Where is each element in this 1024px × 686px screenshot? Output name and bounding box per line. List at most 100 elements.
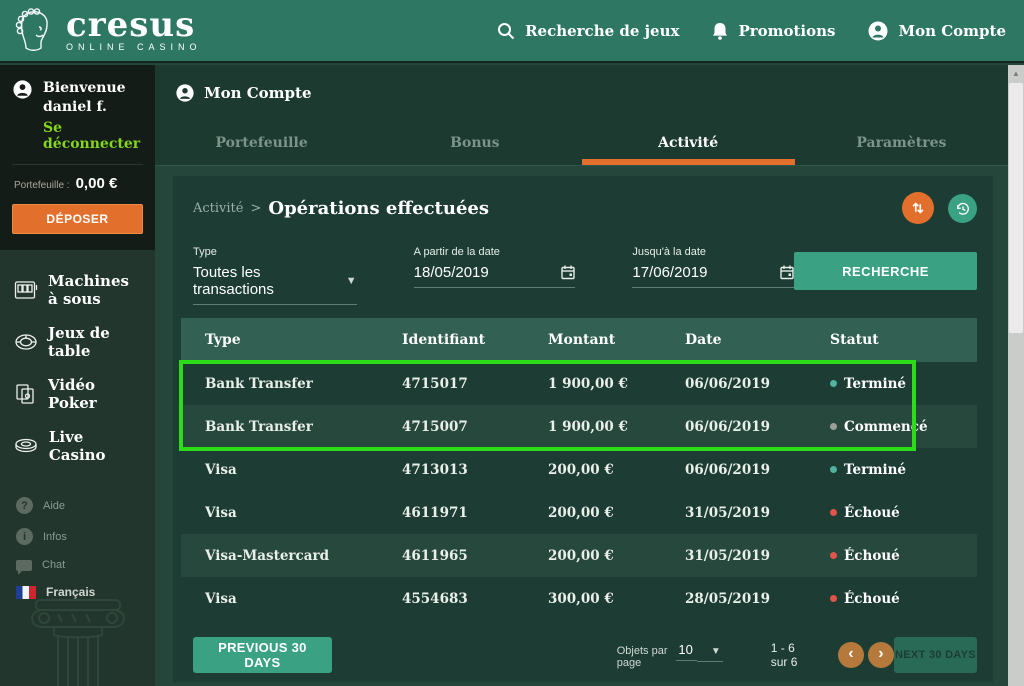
sidebar-item-help[interactable]: ? Aide bbox=[0, 490, 155, 521]
welcome-text: Bienvenue bbox=[43, 79, 143, 98]
status-dot bbox=[830, 423, 837, 430]
scroll-up-arrow[interactable]: ▲ bbox=[1008, 65, 1024, 82]
info-icon: i bbox=[16, 528, 33, 545]
tab-parametres[interactable]: Paramètres bbox=[795, 121, 1008, 165]
status-label: Terminé bbox=[844, 462, 906, 478]
status-label: Terminé bbox=[844, 376, 906, 392]
next-30-days-button[interactable]: NEXT 30 DAYS bbox=[894, 637, 977, 673]
cell-type: Bank Transfer bbox=[205, 419, 402, 435]
status-dot bbox=[830, 595, 837, 602]
tab-portefeuille[interactable]: Portefeuille bbox=[155, 121, 368, 165]
history-button[interactable] bbox=[948, 194, 977, 223]
cell-montant: 300,00 € bbox=[548, 591, 685, 607]
sidebar-item-infos[interactable]: i Infos bbox=[0, 521, 155, 552]
chevron-down-icon: ▼ bbox=[697, 646, 723, 662]
chevron-down-icon: ▼ bbox=[346, 275, 357, 287]
to-date-label: Jusqu'à la date bbox=[632, 246, 794, 258]
table-row: Visa 4611971 200,00 € 31/05/2019 Échoué bbox=[181, 491, 977, 534]
per-page-select[interactable]: Objets par page 10 ▼ bbox=[617, 642, 723, 669]
sidebar-item-video-poker[interactable]: Vidéo Poker bbox=[0, 368, 155, 420]
calendar-icon bbox=[561, 265, 575, 280]
cell-statut: Terminé bbox=[830, 376, 977, 392]
table-body: Bank Transfer 4715017 1 900,00 € 06/06/2… bbox=[181, 362, 977, 620]
table-row: Visa-Mastercard 4611965 200,00 € 31/05/2… bbox=[181, 534, 977, 577]
main-content: Mon Compte Portefeuille Bonus Activité P… bbox=[155, 65, 1008, 686]
cell-type: Visa bbox=[205, 505, 402, 521]
search-submit-button[interactable]: RECHERCHE bbox=[794, 252, 977, 290]
tab-activite[interactable]: Activité bbox=[582, 121, 795, 165]
tab-bonus[interactable]: Bonus bbox=[368, 121, 581, 165]
breadcrumb-parent[interactable]: Activité bbox=[193, 201, 243, 216]
wallet-label: Portefeuille : bbox=[14, 180, 70, 191]
bell-icon bbox=[711, 21, 729, 41]
cell-type: Visa-Mastercard bbox=[205, 548, 402, 564]
status-label: Échoué bbox=[844, 591, 900, 607]
account-tabs: Portefeuille Bonus Activité Paramètres bbox=[155, 121, 1008, 165]
sidebar-item-live-casino[interactable]: Live Casino bbox=[0, 420, 155, 472]
scrollbar-thumb[interactable] bbox=[1009, 83, 1023, 333]
username: daniel f. bbox=[43, 98, 143, 117]
game-search-link[interactable]: Recherche de jeux bbox=[496, 21, 679, 41]
cell-date: 28/05/2019 bbox=[685, 591, 830, 607]
logout-link[interactable]: Se déconnecter bbox=[43, 120, 143, 152]
status-label: Commencé bbox=[844, 419, 928, 435]
table-header: Type Identifiant Montant Date Statut bbox=[181, 318, 977, 362]
cell-identifiant: 4715007 bbox=[402, 419, 548, 435]
col-identifiant: Identifiant bbox=[402, 332, 548, 348]
cell-date: 06/06/2019 bbox=[685, 376, 830, 392]
previous-30-days-button[interactable]: PREVIOUS 30 DAYS bbox=[193, 637, 332, 673]
table-row: Visa 4713013 200,00 € 06/06/2019 Terminé bbox=[181, 448, 977, 491]
sidebar-item-table-games[interactable]: Jeux de table bbox=[0, 316, 155, 368]
account-icon bbox=[867, 20, 889, 42]
cell-identifiant: 4715017 bbox=[402, 376, 548, 392]
next-page-button[interactable]: › bbox=[868, 642, 894, 668]
slot-machine-icon bbox=[14, 280, 38, 300]
cell-type: Visa bbox=[205, 591, 402, 607]
status-dot bbox=[830, 466, 837, 473]
cell-date: 31/05/2019 bbox=[685, 548, 830, 564]
help-icon: ? bbox=[16, 497, 33, 514]
cell-montant: 200,00 € bbox=[548, 505, 685, 521]
wallet-balance: 0,00 € bbox=[76, 175, 118, 192]
divider bbox=[12, 164, 143, 165]
to-date-input[interactable]: 17/06/2019 bbox=[632, 264, 794, 288]
chat-icon bbox=[16, 560, 32, 571]
table-row: Bank Transfer 4715017 1 900,00 € 06/06/2… bbox=[181, 362, 977, 405]
cell-statut: Commencé bbox=[830, 419, 977, 435]
transactions-table: Type Identifiant Montant Date Statut Ban… bbox=[181, 318, 977, 620]
roulette-wheel-icon bbox=[14, 438, 39, 454]
cell-statut: Échoué bbox=[830, 505, 977, 521]
type-filter-select[interactable]: Toutes les transactions ▼ bbox=[193, 264, 357, 305]
cell-identifiant: 4611965 bbox=[402, 548, 548, 564]
sidebar-item-slots[interactable]: Machines à sous bbox=[0, 264, 155, 316]
vertical-scrollbar[interactable]: ▲ bbox=[1008, 65, 1024, 686]
pagination-range: 1 - 6 sur 6 bbox=[771, 641, 814, 669]
my-account-link[interactable]: Mon Compte bbox=[867, 20, 1006, 42]
promotions-link[interactable]: Promotions bbox=[711, 21, 835, 41]
sidebar: Bienvenue daniel f. Se déconnecter Porte… bbox=[0, 65, 155, 686]
cell-type: Visa bbox=[205, 462, 402, 478]
pagination-bar: PREVIOUS 30 DAYS Objets par page 10 ▼ 1 … bbox=[193, 636, 977, 674]
sort-button[interactable] bbox=[902, 192, 934, 224]
account-topbar: Mon Compte Portefeuille Bonus Activité P… bbox=[155, 65, 1008, 166]
brand-name: cresus bbox=[66, 10, 202, 40]
page-title: Opérations effectuées bbox=[268, 198, 489, 219]
header-nav: Recherche de jeux Promotions Mon Compte bbox=[496, 20, 1006, 42]
cell-identifiant: 4611971 bbox=[402, 505, 548, 521]
deposit-button[interactable]: DÉPOSER bbox=[12, 204, 143, 234]
sidebar-menu: Machines à sous Jeux de table Vidéo Po bbox=[0, 250, 155, 472]
status-dot bbox=[830, 552, 837, 559]
search-icon bbox=[496, 21, 516, 41]
brand-logo[interactable]: cresus ONLINE CASINO bbox=[12, 7, 202, 55]
roulette-icon bbox=[14, 333, 38, 351]
from-date-input[interactable]: 18/05/2019 bbox=[414, 264, 576, 288]
cell-date: 31/05/2019 bbox=[685, 505, 830, 521]
sort-arrows-icon bbox=[909, 199, 927, 217]
sidebar-item-chat[interactable]: Chat bbox=[0, 552, 155, 578]
from-date-label: A partir de la date bbox=[414, 246, 576, 258]
activity-panel: Activité > Opérations effectuées bbox=[173, 176, 993, 682]
cell-type: Bank Transfer bbox=[205, 376, 402, 392]
sidebar-account-box: Bienvenue daniel f. Se déconnecter Porte… bbox=[0, 65, 155, 250]
sidebar-secondary-menu: ? Aide i Infos Chat Français bbox=[0, 472, 155, 606]
prev-page-button[interactable]: ‹ bbox=[838, 642, 864, 668]
